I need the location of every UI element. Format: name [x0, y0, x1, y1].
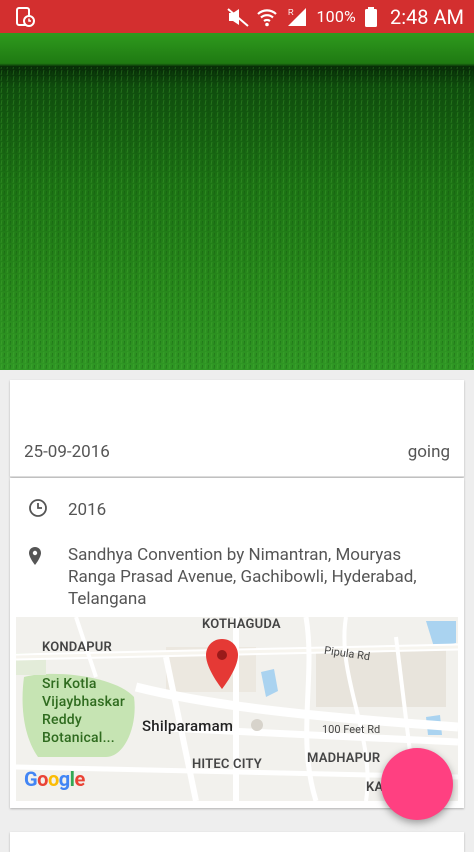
clock: 2:48 AM: [389, 4, 464, 29]
floating-action-button[interactable]: [381, 748, 453, 820]
location-pin-icon: [28, 546, 42, 570]
hero-image: [0, 33, 474, 370]
map-label-madhapur: MADHAPUR: [307, 751, 381, 766]
event-date: 25-09-2016: [24, 442, 110, 462]
rsvp-status[interactable]: going: [408, 442, 450, 462]
map-label-botanical: Sri Kotla Vijaybhaskar Reddy Botanical..…: [42, 676, 126, 746]
time-row: 2016: [28, 498, 106, 522]
map-label-hitec-city: HITEC CITY: [192, 757, 262, 772]
map-label-shilparamam: Shilparamam: [142, 717, 234, 735]
event-header-card: 25-09-2016 going: [10, 380, 464, 477]
next-card: [10, 832, 464, 852]
map-label-kothaguda: KOTHAGUDA: [202, 617, 281, 632]
wifi-icon: [256, 6, 278, 28]
divider: [10, 476, 464, 477]
event-time: 2016: [68, 500, 107, 520]
mute-icon: [226, 6, 250, 28]
screen-timer-icon: [14, 6, 36, 28]
google-logo: Google: [24, 767, 85, 791]
map-label-kondapur: KONDAPUR: [42, 640, 112, 655]
svg-text:R: R: [288, 8, 294, 17]
map-label-100-feet-rd: 100 Feet Rd: [322, 723, 381, 736]
battery-percent: 100%: [316, 7, 356, 26]
event-location: Sandhya Convention by Nimantran, Mouryas…: [68, 545, 417, 609]
battery-icon: [364, 6, 378, 28]
signal-icon: R: [286, 6, 308, 28]
clock-icon: [28, 498, 48, 522]
location-row: Sandhya Convention by Nimantran, Mouryas…: [28, 544, 448, 610]
status-bar: R 100% 2:48 AM: [0, 0, 474, 33]
